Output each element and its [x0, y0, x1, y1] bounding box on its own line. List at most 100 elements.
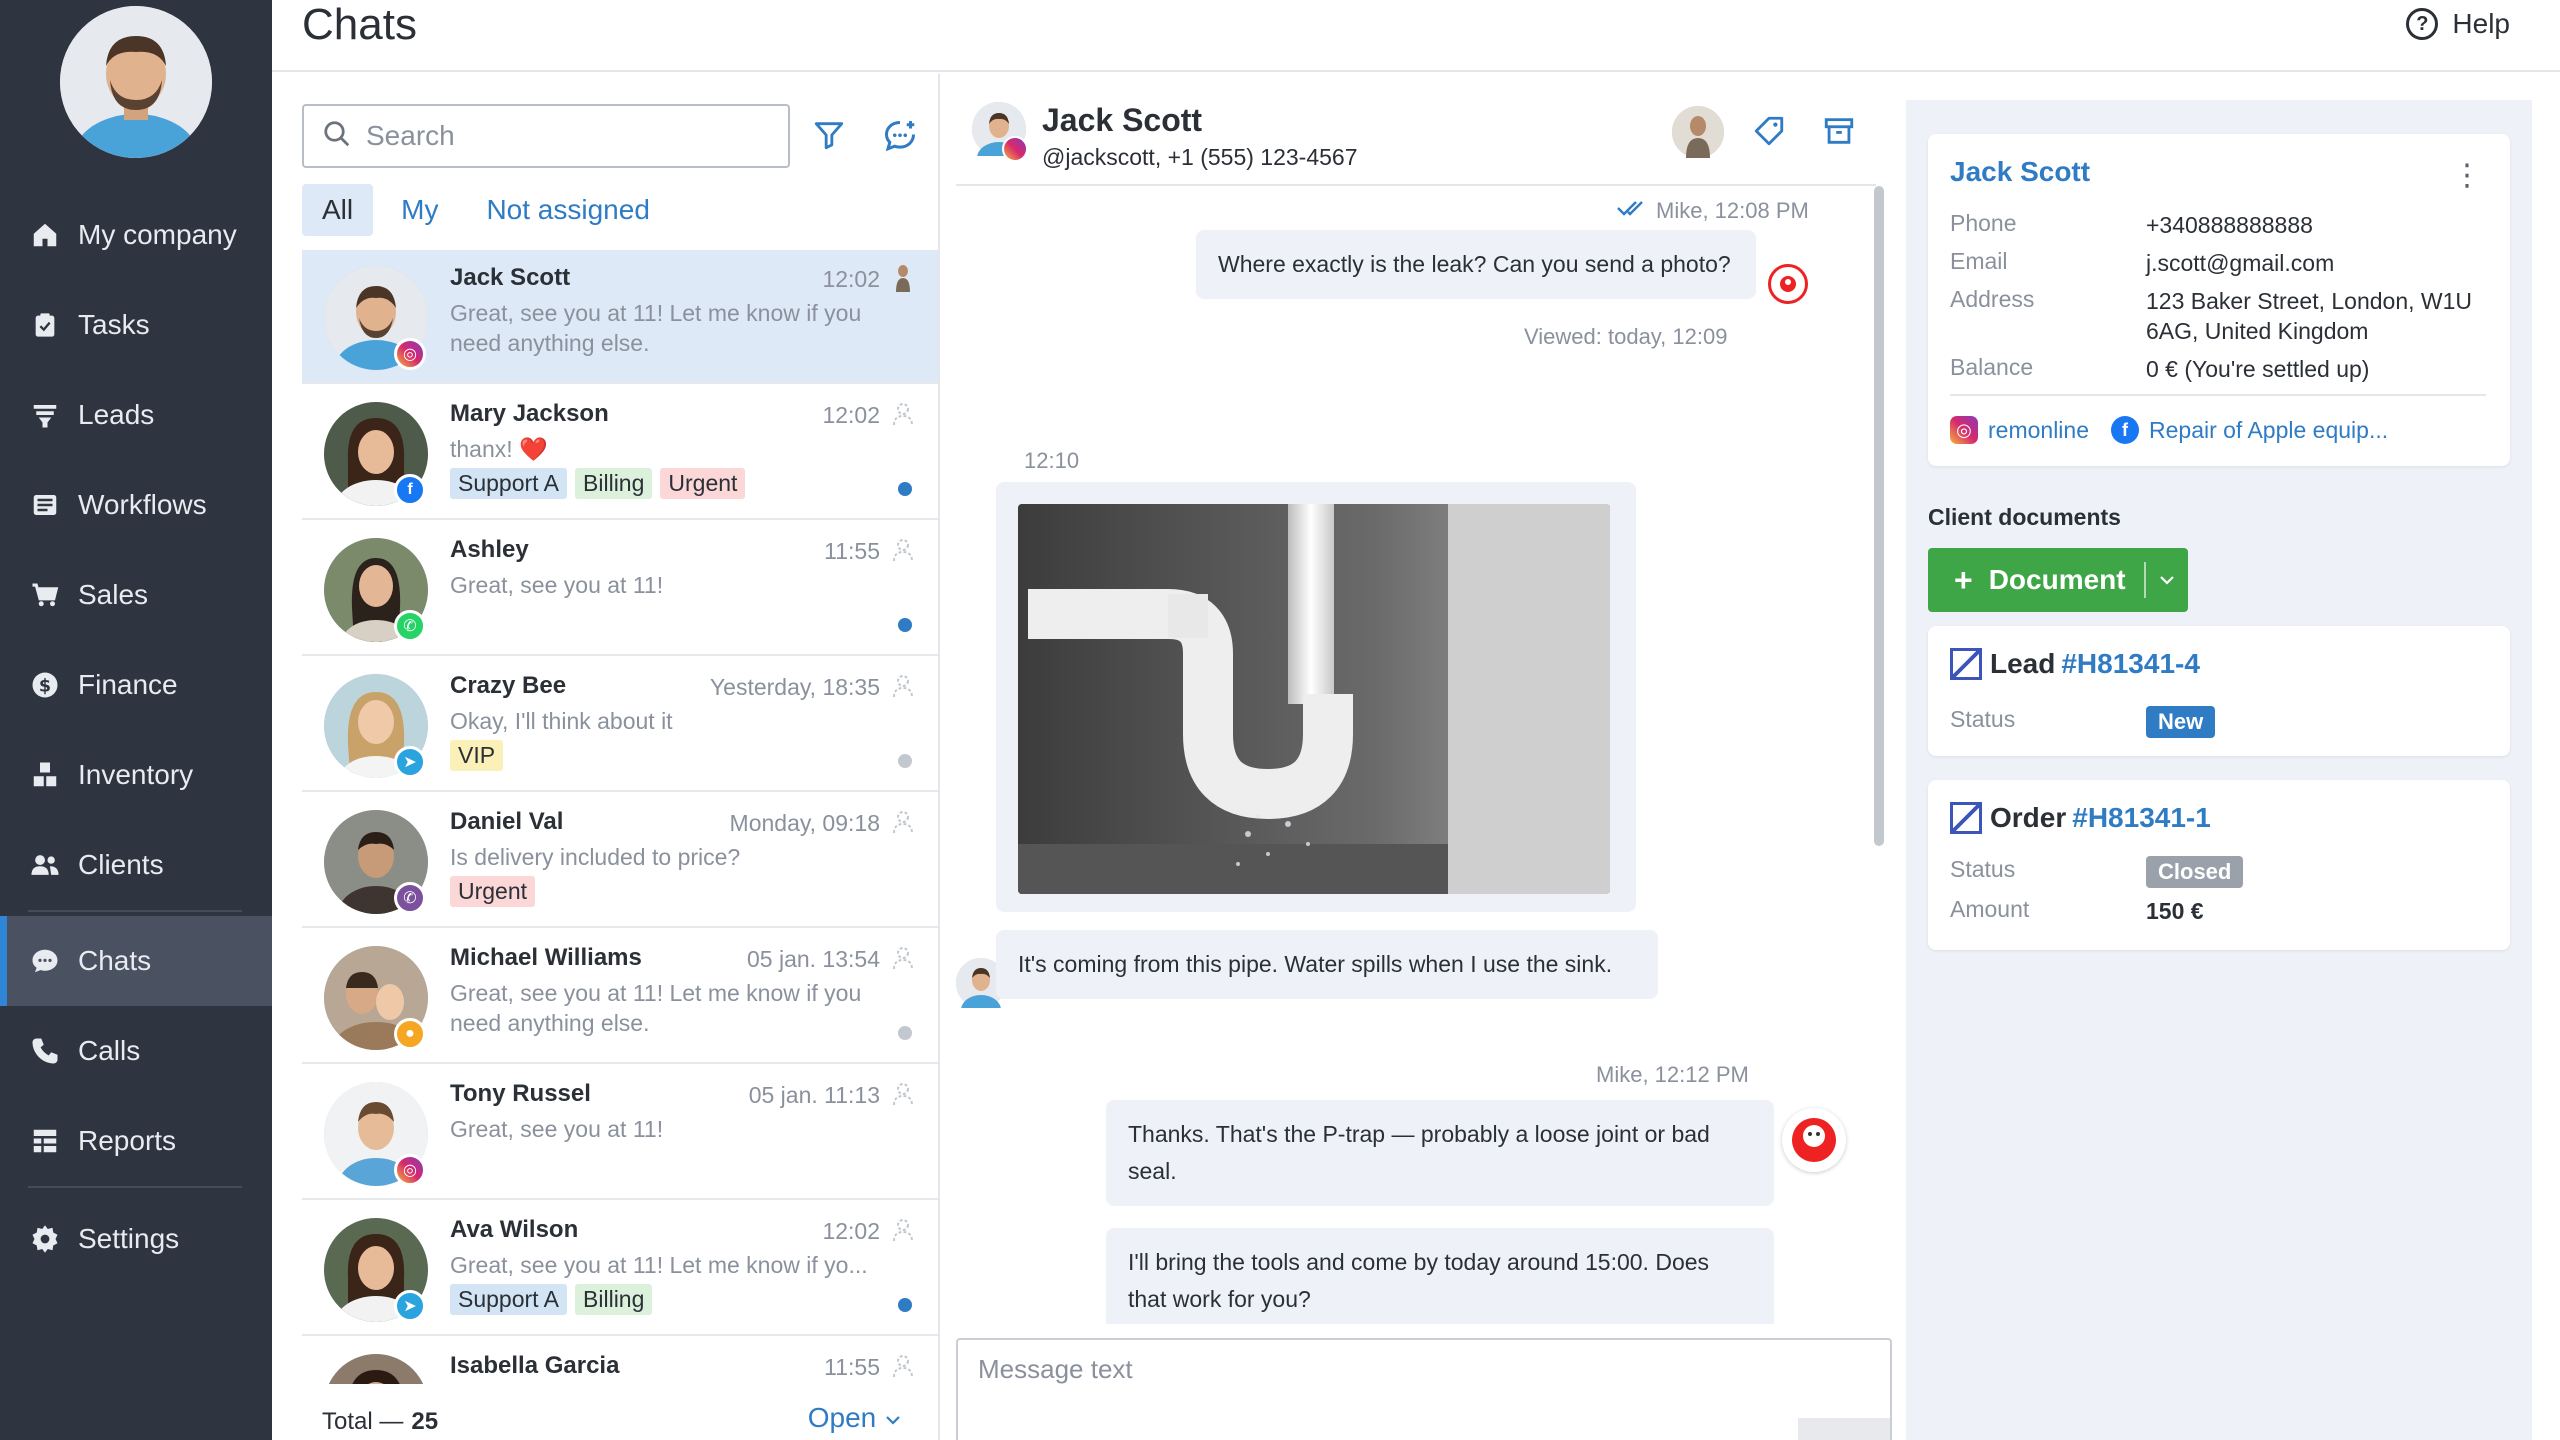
status-select[interactable]: Open [808, 1402, 902, 1434]
chat-list-item[interactable]: f Mary Jackson 12:02 thanx! ❤️ Support A… [302, 386, 938, 520]
search-input[interactable] [366, 120, 746, 152]
outgoing-message: Thanks. That's the P-trap — probably a l… [1106, 1100, 1774, 1206]
chat-list-item[interactable]: ✆ Ashley 11:55 Great, see you at 11! [302, 522, 938, 656]
document-header: Lead #H81341-4 [1950, 648, 2200, 680]
nav-label: Tasks [78, 309, 150, 340]
chat-list-item[interactable]: ➤ Crazy Bee Yesterday, 18:35 Okay, I'll … [302, 658, 938, 792]
unassigned-icon[interactable] [888, 1214, 918, 1244]
incoming-message: It's coming from this pipe. Water spills… [996, 930, 1658, 999]
read-dot [898, 754, 912, 768]
client-balance: 0 € (You're settled up) [2146, 356, 2370, 382]
users-icon [28, 848, 62, 882]
user-avatar[interactable] [60, 6, 212, 158]
send-button[interactable] [1798, 1418, 1890, 1440]
chat-list-item[interactable]: ➤ Ava Wilson 12:02 Great, see you at 11!… [302, 1202, 938, 1336]
viber-icon: ✆ [394, 882, 426, 914]
nav-item-reports[interactable]: Reports [0, 1096, 272, 1186]
message-viewed-status: Viewed: today, 12:09 [1524, 324, 1728, 349]
nav-item-my-company[interactable]: My company [0, 190, 272, 280]
message-time: 12:10 [1024, 448, 1080, 473]
tab-all[interactable]: All [302, 184, 374, 236]
whatsapp-icon: ✆ [394, 610, 426, 642]
status-badge: Closed [2146, 856, 2244, 888]
assignee-avatar[interactable] [888, 262, 918, 292]
lead-document-card[interactable]: Lead #H81341-4 Status New [1928, 626, 2510, 756]
message-composer [956, 1338, 1892, 1440]
facebook-link[interactable]: f Repair of Apple equip... [2111, 416, 2388, 444]
nav-item-workflows[interactable]: Workflows [0, 460, 272, 550]
chat-list-item[interactable]: ● Michael Williams 05 jan. 13:54 Great, … [302, 930, 938, 1064]
tag: Billing [575, 1284, 653, 1315]
contact-name: Jack Scott [450, 264, 571, 291]
client-phone[interactable]: +340888888888 [2146, 210, 2506, 240]
add-document-label: Document [1988, 564, 2126, 595]
unassigned-icon[interactable] [888, 1350, 918, 1380]
chat-list-item[interactable]: ◎ Tony Russel 05 jan. 11:13 Great, see y… [302, 1066, 938, 1200]
help-button[interactable]: ? Help [2406, 8, 2510, 40]
add-document-button[interactable]: + Document [1928, 548, 2188, 612]
nav-label: Finance [78, 669, 178, 700]
nav-label: Calls [78, 1035, 141, 1066]
tag-list: Support A Billing [450, 1284, 660, 1315]
status-select-label: Open [807, 1402, 877, 1433]
message-preview: Is delivery included to price? [450, 844, 741, 870]
nav-item-inventory[interactable]: Inventory [0, 730, 272, 820]
read-dot [898, 1026, 912, 1040]
assignee-avatar[interactable] [1672, 106, 1724, 158]
thread-scrollbar[interactable] [1874, 186, 1884, 846]
contact-name: Crazy Bee [450, 672, 567, 699]
chat-list-item[interactable]: ✆ Daniel Val Monday, 09:18 Is delivery i… [302, 794, 938, 928]
help-label: Help [2452, 8, 2510, 39]
nav-item-clients[interactable]: Clients [0, 820, 272, 910]
message-preview: Great, see you at 11! [450, 572, 664, 598]
unassigned-icon[interactable] [888, 670, 918, 700]
nav-label: My company [78, 219, 237, 250]
instagram-link[interactable]: ◎ remonline [1950, 416, 2089, 444]
tag-button[interactable] [1752, 114, 1786, 153]
archive-button[interactable] [1822, 114, 1856, 153]
unassigned-icon[interactable] [888, 398, 918, 428]
document-icon [1950, 648, 1982, 680]
chevron-down-icon[interactable] [2144, 562, 2188, 598]
client-name[interactable]: Jack Scott [1950, 156, 2090, 188]
divider [1950, 394, 2486, 396]
gear-icon [28, 1222, 62, 1256]
newspaper-icon [28, 488, 62, 522]
filter-button[interactable] [812, 118, 846, 157]
nav-item-sales[interactable]: Sales [0, 550, 272, 640]
nav-item-leads[interactable]: Leads [0, 370, 272, 460]
new-chat-button[interactable] [882, 118, 918, 159]
nav-item-settings[interactable]: Settings [0, 1194, 272, 1284]
tag: Support A [450, 468, 568, 499]
client-email[interactable]: j.scott@gmail.com [2146, 248, 2506, 278]
nav-item-calls[interactable]: Calls [0, 1006, 272, 1096]
message-time: 05 jan. 11:13 [748, 1082, 880, 1108]
nav-item-finance[interactable]: $ Finance [0, 640, 272, 730]
tab-not-assigned[interactable]: Not assigned [466, 184, 669, 236]
unassigned-icon[interactable] [888, 1078, 918, 1108]
agent-avatar [1768, 264, 1808, 304]
document-number[interactable]: #H81341-1 [2072, 802, 2211, 834]
tab-my[interactable]: My [381, 184, 458, 236]
message-input[interactable] [978, 1354, 1778, 1385]
tag: Billing [575, 468, 653, 499]
boxes-icon [28, 758, 62, 792]
unassigned-icon[interactable] [888, 806, 918, 836]
client-links: ◎ remonline f Repair of Apple equip... [1950, 416, 2410, 444]
leaking-pipe-photo[interactable] [1018, 504, 1610, 894]
search-box[interactable] [302, 104, 790, 168]
nav-item-tasks[interactable]: Tasks [0, 280, 272, 370]
incoming-photo-message[interactable] [996, 482, 1636, 912]
unread-dot [898, 482, 912, 496]
tag-list: Support A Billing Urgent [450, 468, 753, 499]
more-options-icon[interactable]: ⋮ [2452, 158, 2482, 193]
message-time: 11:55 [824, 538, 880, 564]
order-document-card[interactable]: Order #H81341-1 Status Closed Amount 150… [1928, 780, 2510, 950]
chat-list-item[interactable]: Isabella Garcia 11:55 [302, 1338, 938, 1384]
unassigned-icon[interactable] [888, 942, 918, 972]
message-time: 05 jan. 13:54 [746, 946, 880, 972]
document-number[interactable]: #H81341-4 [2061, 648, 2200, 680]
unassigned-icon[interactable] [888, 534, 918, 564]
chat-list-item[interactable]: ◎ Jack Scott 12:02 Great, see you at 11!… [302, 250, 938, 384]
nav-item-chats[interactable]: Chats [0, 916, 272, 1006]
